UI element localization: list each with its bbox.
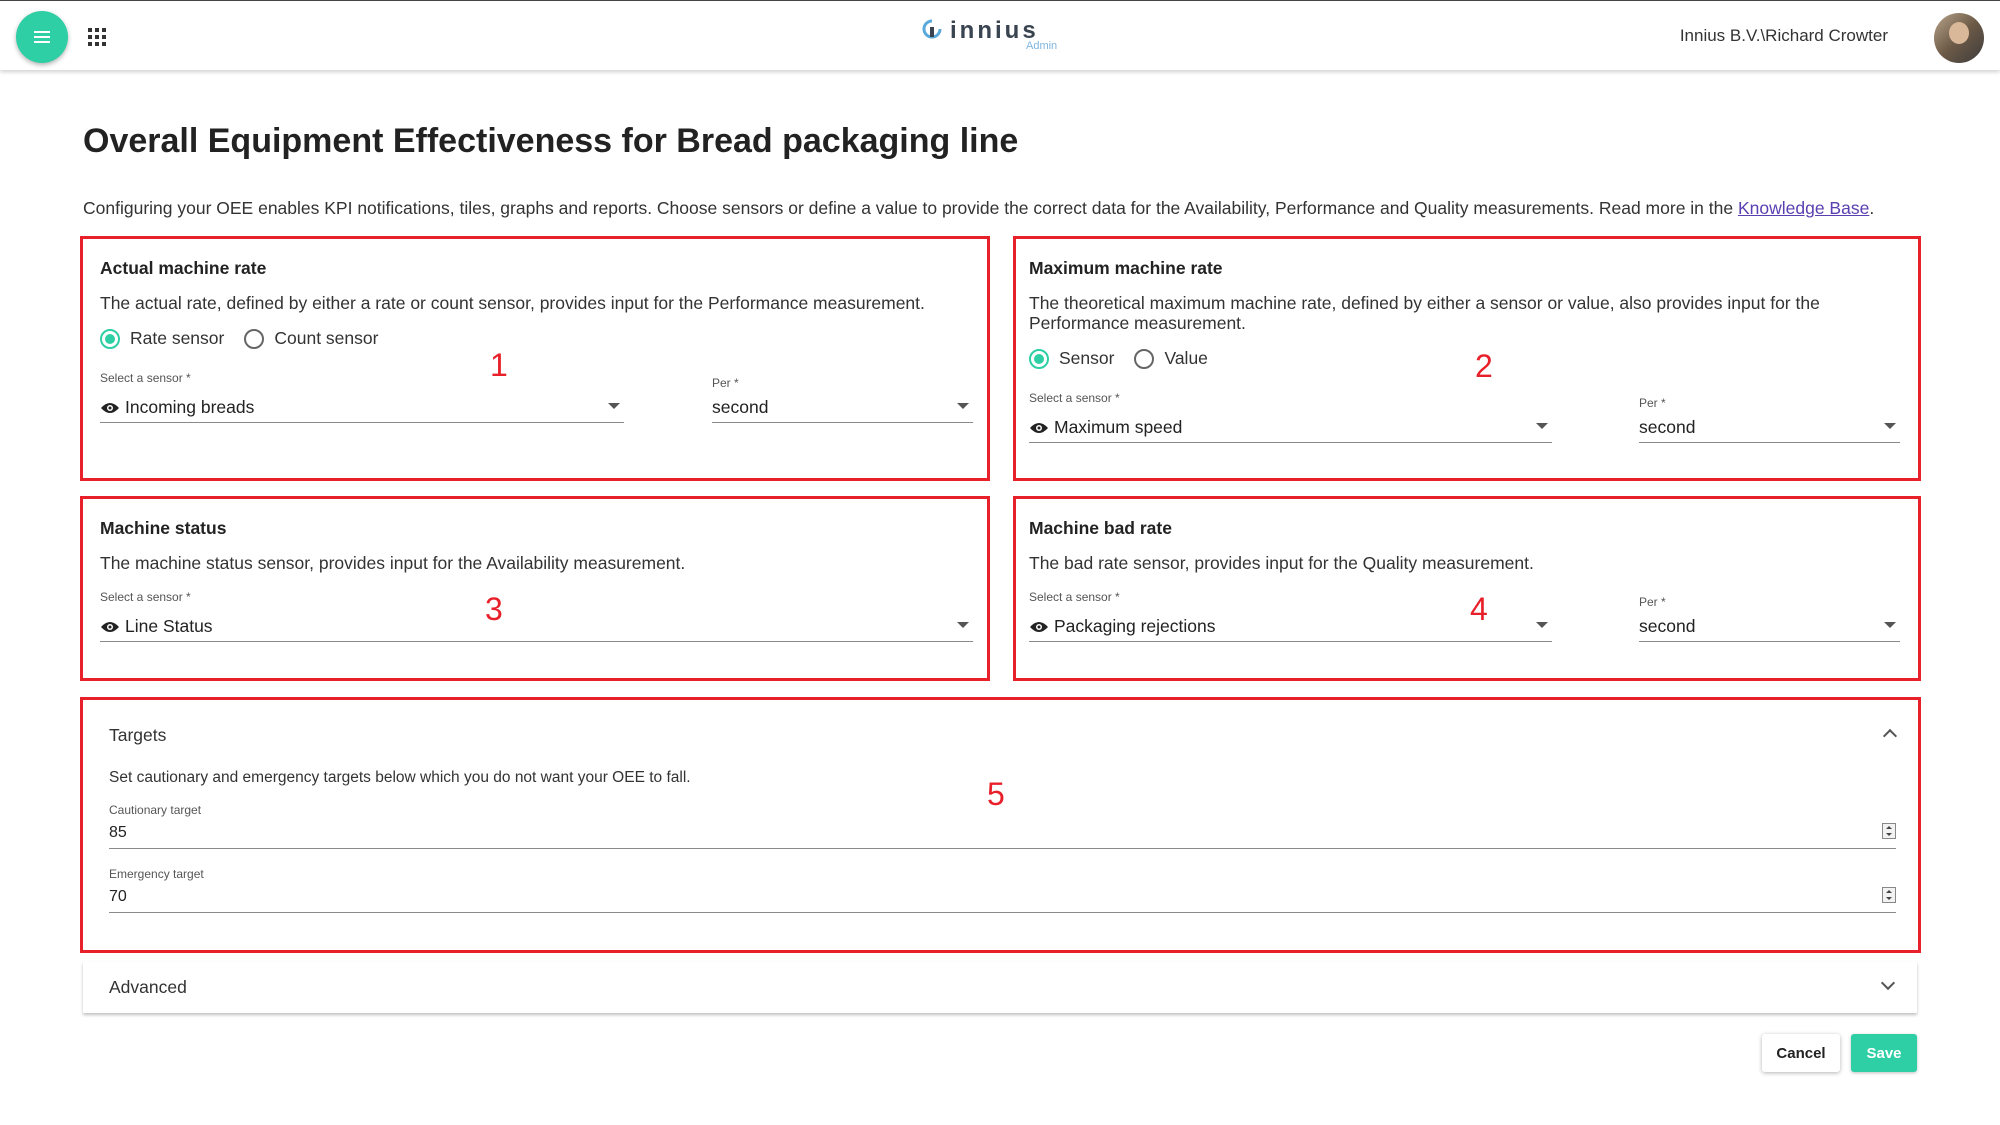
- knowledge-base-link[interactable]: Knowledge Base: [1738, 198, 1869, 218]
- page-description: Configuring your OEE enables KPI notific…: [83, 198, 1874, 219]
- radio-unchecked-icon: [1134, 348, 1155, 369]
- select-value: Line Status: [125, 616, 213, 636]
- card-description: The actual rate, defined by either a rat…: [100, 293, 925, 313]
- eye-icon: [1030, 422, 1048, 433]
- chevron-up-icon[interactable]: [1882, 728, 1898, 744]
- radio-unchecked-icon: [244, 328, 265, 349]
- chevron-down-icon[interactable]: [1880, 975, 1896, 991]
- sensor-radio[interactable]: Sensor: [1029, 348, 1114, 369]
- user-name[interactable]: Innius B.V.\Richard Crowter: [1680, 26, 1888, 46]
- radio-checked-icon: [1029, 348, 1049, 369]
- logo-subtitle: Admin: [1026, 40, 1058, 52]
- select-label: Per *: [712, 376, 739, 390]
- cancel-button[interactable]: Cancel: [1762, 1034, 1840, 1072]
- radio-label: Value: [1164, 348, 1208, 368]
- field-label: Cautionary target: [109, 803, 202, 817]
- save-button[interactable]: Save: [1851, 1034, 1917, 1072]
- avatar[interactable]: [1934, 13, 1984, 63]
- targets-header[interactable]: Targets: [109, 725, 166, 746]
- card-description: The bad rate sensor, provides input for …: [1029, 553, 1534, 573]
- select-value: second: [712, 397, 769, 417]
- dropdown-arrow-icon: [608, 403, 620, 409]
- value-radio[interactable]: Value: [1134, 348, 1208, 369]
- radio-label: Count sensor: [274, 328, 379, 348]
- select-label: Select a sensor *: [100, 590, 191, 604]
- select-label: Select a sensor *: [1029, 391, 1120, 405]
- advanced-panel[interactable]: Advanced: [83, 962, 1917, 1013]
- sensor-select[interactable]: Select a sensor * Incoming breads: [100, 371, 624, 423]
- number-spinner-icon[interactable]: [1882, 823, 1896, 839]
- select-label: Per *: [1639, 396, 1666, 410]
- card-title: Machine bad rate: [1029, 518, 1172, 538]
- select-label: Select a sensor *: [100, 371, 191, 385]
- radio-checked-icon: [100, 328, 120, 349]
- card-title: Maximum machine rate: [1029, 258, 1223, 278]
- page-title: Overall Equipment Effectiveness for Brea…: [83, 122, 1019, 160]
- field-label: Emergency target: [109, 867, 204, 881]
- machine-bad-rate-card: Machine bad rate The bad rate sensor, pr…: [1013, 496, 1921, 681]
- card-description: The machine status sensor, provides inpu…: [100, 553, 686, 573]
- innius-logo: innius Admin: [922, 17, 1082, 57]
- sensor-select[interactable]: Select a sensor * Maximum speed: [1029, 391, 1552, 443]
- hamburger-icon: [34, 31, 50, 43]
- page-description-suffix: .: [1869, 198, 1875, 218]
- radio-label: Sensor: [1059, 348, 1115, 368]
- field-value: 85: [109, 824, 127, 841]
- targets-description: Set cautionary and emergency targets bel…: [109, 769, 691, 786]
- select-value: Maximum speed: [1054, 417, 1183, 437]
- dropdown-arrow-icon: [957, 403, 969, 409]
- apps-grid-icon[interactable]: [88, 28, 106, 46]
- page-description-text: Configuring your OEE enables KPI notific…: [83, 198, 1734, 218]
- select-value: Incoming breads: [125, 397, 255, 417]
- dropdown-arrow-icon: [1884, 622, 1896, 628]
- eye-icon: [1030, 621, 1048, 632]
- per-select[interactable]: Per * second: [712, 376, 973, 423]
- select-label: Per *: [1639, 595, 1666, 609]
- select-value: second: [1639, 417, 1696, 437]
- machine-status-card: Machine status The machine status sensor…: [80, 496, 990, 681]
- max-rate-type-radio-group: Sensor Value: [1029, 348, 1228, 369]
- select-label: Select a sensor *: [1029, 590, 1120, 604]
- targets-panel: Targets Set cautionary and emergency tar…: [80, 697, 1921, 953]
- dropdown-arrow-icon: [1536, 423, 1548, 429]
- maximum-machine-rate-card: Maximum machine rate The theoretical max…: [1013, 236, 1921, 481]
- eye-icon: [101, 621, 119, 632]
- number-spinner-icon[interactable]: [1882, 887, 1896, 903]
- select-value: second: [1639, 616, 1696, 636]
- emergency-target-input[interactable]: Emergency target 70: [109, 867, 1896, 913]
- dropdown-arrow-icon: [1884, 423, 1896, 429]
- per-select[interactable]: Per * second: [1639, 396, 1900, 443]
- card-title: Actual machine rate: [100, 258, 267, 278]
- select-value: Packaging rejections: [1054, 616, 1216, 636]
- dropdown-arrow-icon: [1536, 622, 1548, 628]
- sensor-select[interactable]: Select a sensor * Line Status: [100, 590, 973, 642]
- cautionary-target-input[interactable]: Cautionary target 85: [109, 803, 1896, 849]
- annotation-number: 2: [1475, 348, 1493, 384]
- radio-label: Rate sensor: [130, 328, 225, 348]
- sensor-select[interactable]: Select a sensor * Packaging rejections: [1029, 590, 1552, 642]
- card-title: Machine status: [100, 518, 227, 538]
- card-description: The theoretical maximum machine rate, de…: [1029, 293, 1820, 333]
- logo-mark-icon: [922, 19, 942, 39]
- dropdown-arrow-icon: [957, 622, 969, 628]
- actual-machine-rate-card: Actual machine rate The actual rate, def…: [80, 236, 990, 481]
- per-select[interactable]: Per * second: [1639, 595, 1900, 642]
- rate-sensor-radio[interactable]: Rate sensor: [100, 328, 224, 349]
- rate-type-radio-group: Rate sensor Count sensor: [100, 328, 398, 349]
- advanced-header[interactable]: Advanced: [109, 977, 187, 998]
- field-value: 70: [109, 888, 127, 905]
- count-sensor-radio[interactable]: Count sensor: [244, 328, 378, 349]
- menu-button[interactable]: [16, 11, 68, 63]
- eye-icon: [101, 402, 119, 413]
- top-bar: innius Admin Innius B.V.\Richard Crowter: [0, 0, 2000, 70]
